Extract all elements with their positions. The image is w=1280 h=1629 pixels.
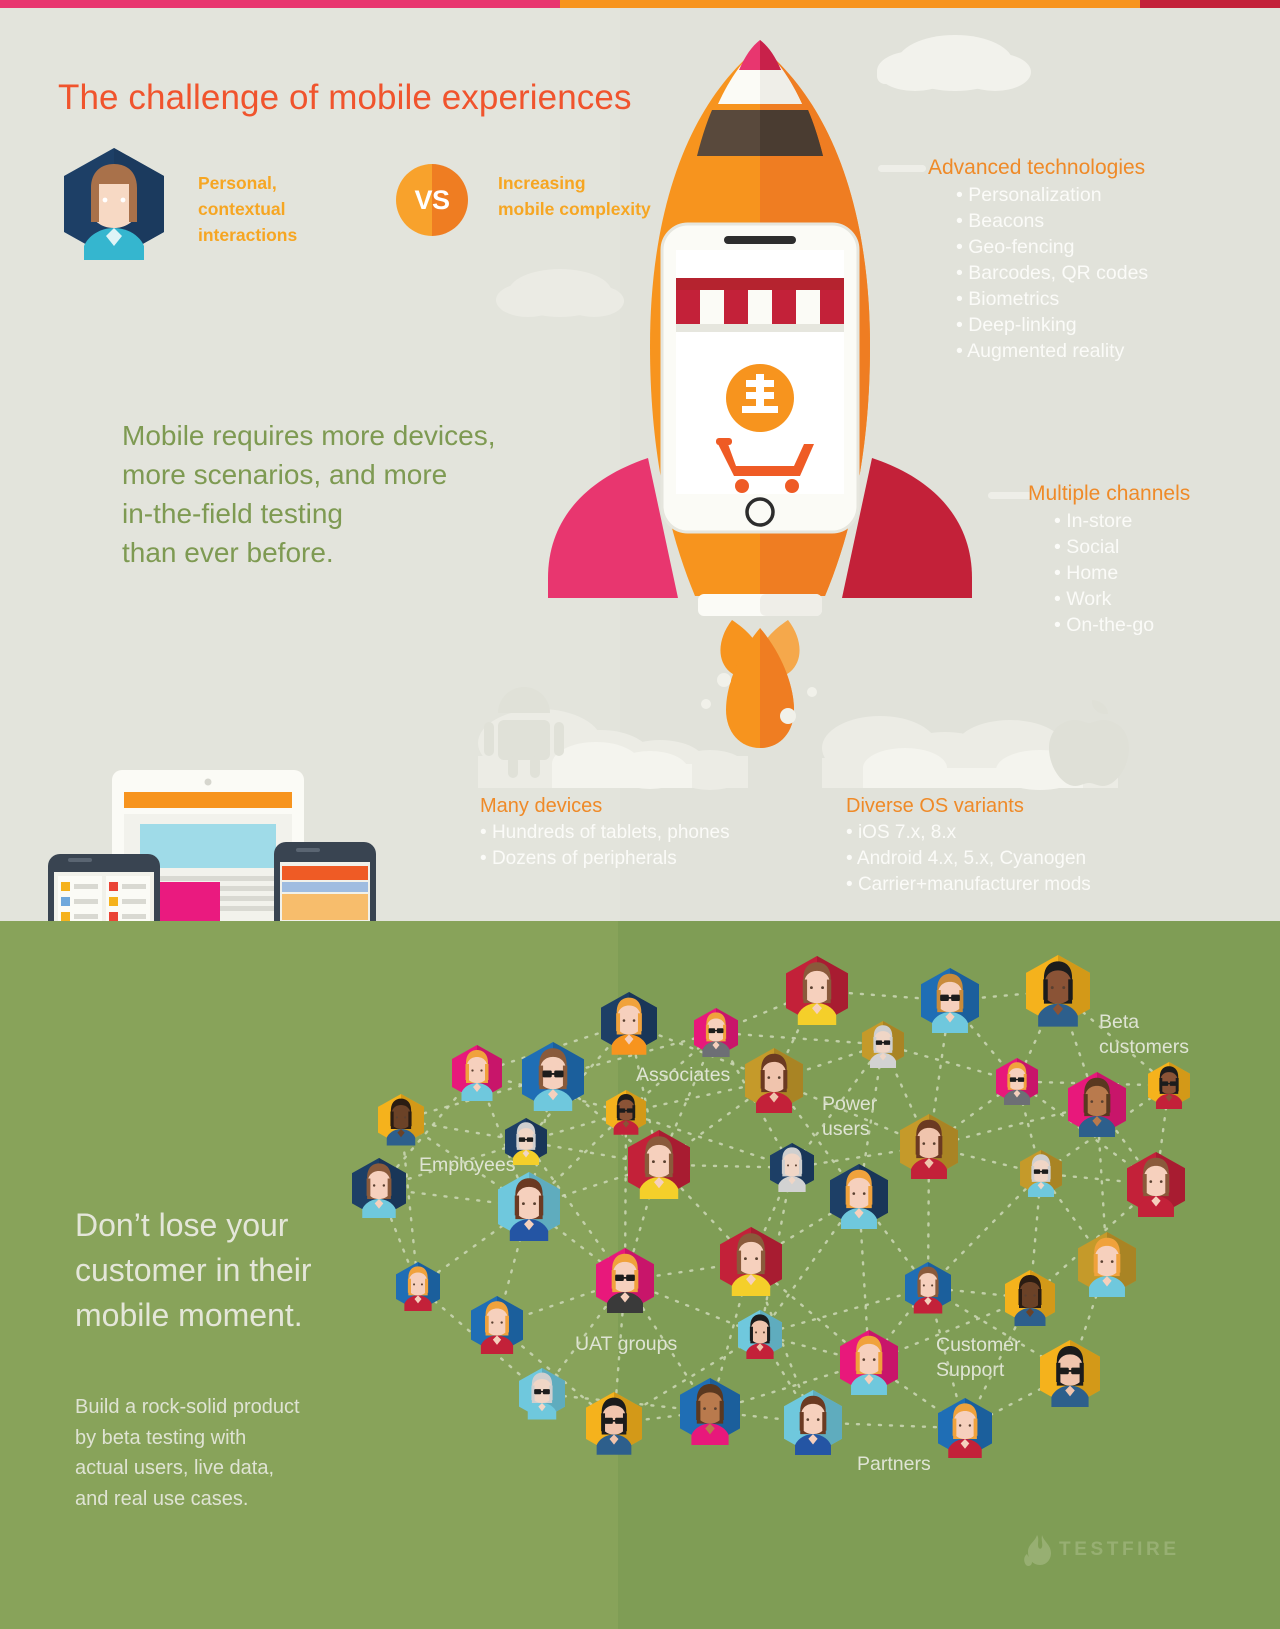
callout-list-item: In-store [1054,508,1190,534]
network-avatar [1020,1150,1062,1198]
callout-list-item: iOS 7.x, 8.x [846,820,1091,846]
callout-title: Advanced technologies [928,156,1146,179]
tablet-and-phones-icon [48,770,376,921]
callout-multiple-channels: Multiple channels In-storeSocialHomeWorkO… [1028,482,1190,638]
network-avatar [606,1090,646,1135]
network-avatar [505,1118,547,1166]
network-avatar [628,1130,690,1200]
callout-list-item: Dozens of peripherals [480,846,730,872]
callout-list-item: Social [1054,534,1190,560]
network-avatar [938,1398,992,1459]
network-avatar [1148,1062,1190,1110]
network-avatar [396,1262,440,1312]
callout-list-item: Barcodes, QR codes [956,260,1148,286]
network-avatar [596,1248,654,1313]
network-avatar-cluster [0,921,1280,1629]
network-avatar [862,1021,904,1069]
versus-badge-label: VS [414,184,450,215]
network-avatar [522,1042,584,1112]
apple-logo-icon [1049,700,1129,786]
mid-statement-text: Mobile requires more devices, more scena… [122,420,496,568]
callout-list-item: Home [1054,560,1190,586]
network-avatar [586,1392,642,1455]
network-avatar [840,1330,898,1395]
callout-diverse-os-variants: Diverse OS variants iOS 7.x, 8.xAndroid 4… [846,795,1091,898]
callout-advanced-technologies: Advanced technologies PersonalizationBeac… [928,156,1148,364]
network-avatar [452,1045,502,1101]
top-accent-segment-2 [1140,0,1280,8]
callout-list-item: Biometrics [956,286,1148,312]
network-avatar [921,968,979,1033]
top-accent-segment-0 [0,0,560,8]
network-avatar [1078,1232,1136,1297]
network-avatar [996,1058,1038,1106]
network-avatar [680,1378,740,1446]
network-avatar [694,1008,738,1058]
callout-title: Multiple channels [1028,482,1191,505]
callout-list-item: Deep-linking [956,312,1148,338]
callout-list: Hundreds of tablets, phonesDozens of per… [480,820,730,872]
callout-list-item: Carrier+manufacturer mods [846,872,1091,898]
leader-line-advanced-technologies [878,165,926,172]
network-avatar [1127,1152,1185,1217]
callout-list-item: Augmented reality [956,338,1148,364]
callout-title: Many devices [480,795,603,817]
network-avatar [1026,955,1090,1027]
callout-list-item: Personalization [956,182,1148,208]
network-avatar [830,1164,888,1229]
network-avatar [738,1310,782,1360]
network-avatar [900,1114,958,1179]
network-avatar [784,1390,842,1455]
callout-list: PersonalizationBeaconsGeo-fencingBarcode… [928,182,1148,364]
versus-badge: VS [396,164,468,236]
callout-list: iOS 7.x, 8.xAndroid 4.x, 5.x, CyanogenCa… [846,820,1091,898]
upper-panel: The challenge of mobile experiences Pers… [0,8,1280,921]
network-avatar [770,1143,814,1193]
network-avatar [352,1158,406,1219]
infographic-canvas: The challenge of mobile experiences Pers… [0,0,1280,1629]
leader-line-multiple-channels [988,492,1032,499]
network-avatar [378,1094,424,1146]
versus-left-label: Personal, contextual interactions [198,173,298,245]
callout-many-devices: Many devices Hundreds of tablets, phonesD… [480,795,730,872]
top-accent-bar [0,0,1280,8]
network-avatar [601,992,657,1055]
callout-list-item: Hundreds of tablets, phones [480,820,730,846]
network-avatar [745,1048,803,1113]
top-accent-segment-1 [560,0,1140,8]
callout-list-item: Beacons [956,208,1148,234]
network-avatar [519,1368,565,1420]
network-avatar [1040,1340,1100,1408]
network-avatar [720,1227,782,1297]
callout-list-item: On-the-go [1054,612,1190,638]
network-avatar [1005,1270,1055,1326]
person-hexagon-avatar-icon [64,148,164,260]
lower-panel [0,921,1280,1629]
network-avatar [905,1262,951,1314]
callout-list: In-storeSocialHomeWorkOn-the-go [1028,508,1190,638]
network-avatar [786,956,848,1026]
callout-list-item: Geo-fencing [956,234,1148,260]
network-avatar [498,1172,560,1242]
network-avatar [1068,1072,1126,1137]
rocket-with-smartphone-icon [548,40,972,748]
network-avatar [471,1296,523,1355]
callout-title: Diverse OS variants [846,795,1024,817]
callout-list-item: Android 4.x, 5.x, Cyanogen [846,846,1091,872]
callout-list-item: Work [1054,586,1190,612]
